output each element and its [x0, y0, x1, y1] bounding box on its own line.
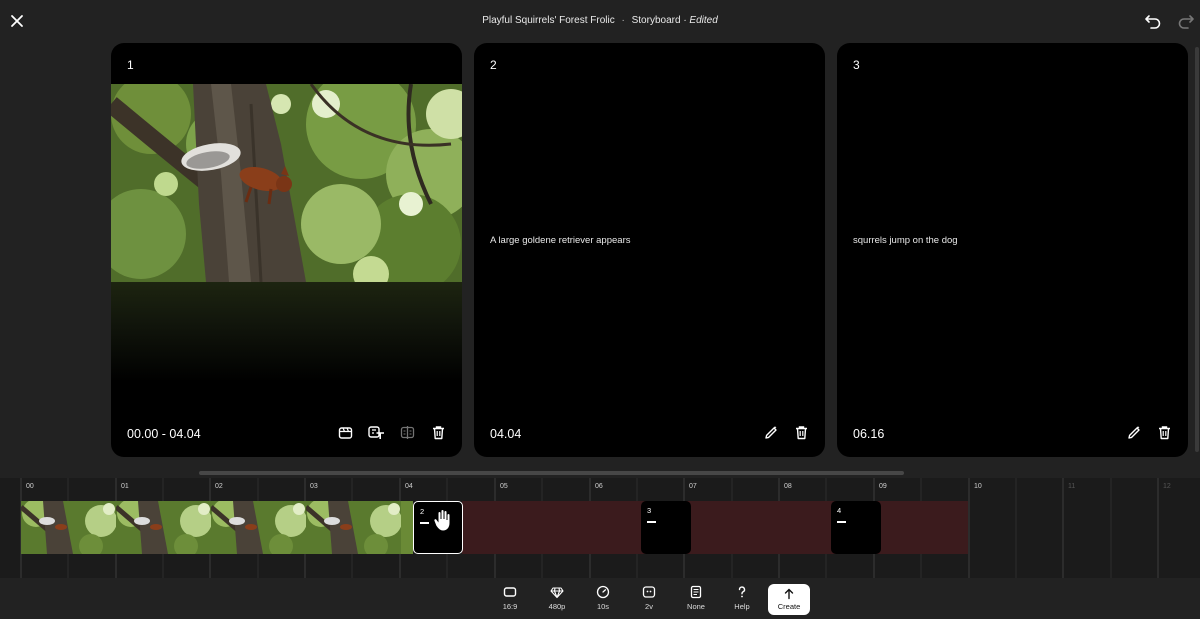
diamond-icon: [550, 587, 564, 599]
timeline-tick: 07: [689, 483, 697, 490]
help-label: Help: [734, 602, 750, 611]
storyboard-card-3[interactable]: 3 squrrels jump on the dog 06.16: [837, 43, 1188, 457]
title-separator: ·: [621, 15, 625, 26]
timeline-tick: 04: [405, 483, 413, 490]
timeline-tick: 06: [595, 483, 603, 490]
clip-thumbnail: [211, 501, 306, 554]
split-view-icon: [400, 426, 415, 439]
trash-icon: [433, 426, 444, 440]
trash-icon: [1159, 426, 1170, 440]
edit-prompt-button[interactable]: [761, 423, 780, 442]
segment-number: 4: [837, 506, 842, 515]
card-actions: [1124, 423, 1174, 442]
card-time: 00.00 - 04.04: [127, 427, 201, 441]
bottom-toolbar: 16:9 480p 10s 2v None Help: [0, 578, 1200, 619]
timeline-tick: 03: [310, 483, 318, 490]
undo-button[interactable]: [1143, 11, 1163, 31]
redo-icon: [1178, 15, 1194, 29]
timeline-tick: 10: [974, 483, 982, 490]
clip-thumbnail: [306, 501, 401, 554]
storyboard-card-1[interactable]: 1 00.00 - 04.04: [111, 43, 462, 457]
timeline-segment-4[interactable]: 4: [831, 501, 881, 554]
clip-thumbnail: [401, 501, 413, 554]
section-name: Storyboard: [631, 15, 681, 26]
trash-icon: [796, 426, 807, 440]
duration-label: 10s: [596, 602, 610, 611]
cards-horizontal-scrollbar[interactable]: [199, 471, 904, 475]
duration-button[interactable]: 10s: [585, 585, 621, 615]
cards-vertical-scrollbar[interactable]: [1195, 47, 1199, 452]
card-time: 06.16: [853, 427, 885, 441]
create-button[interactable]: Create: [768, 584, 810, 615]
arrow-up-icon: [784, 588, 794, 600]
timeline-tick: 01: [121, 483, 129, 490]
delete-card-button[interactable]: [429, 423, 448, 442]
storyboard-card-2[interactable]: 2 A large goldene retriever appears 04.0…: [474, 43, 825, 457]
drag-hand-icon: [433, 509, 451, 532]
segment-marker: [647, 521, 656, 523]
top-bar: Playful Squirrels' Forest Frolic · Story…: [0, 0, 1200, 42]
variations-label: 2v: [645, 602, 653, 611]
create-label: Create: [777, 602, 801, 611]
card-actions: [336, 423, 448, 442]
variations-button[interactable]: 2v: [631, 585, 667, 615]
card-number: 1: [127, 58, 134, 72]
delete-card-button[interactable]: [792, 423, 811, 442]
variations-icon: [642, 586, 656, 598]
undo-icon: [1145, 15, 1161, 29]
card-actions: [761, 423, 811, 442]
magic-pencil-icon: [1127, 425, 1140, 439]
redo-button[interactable]: [1176, 11, 1196, 31]
project-title-bar: Playful Squirrels' Forest Frolic · Story…: [0, 15, 1200, 26]
timeline-tick: 02: [215, 483, 223, 490]
timeline-tick: 11: [1068, 483, 1076, 490]
resolution-label: 480p: [548, 602, 566, 611]
segment-number: 2: [420, 507, 425, 516]
preset-label: None: [687, 602, 705, 611]
question-mark-icon: [738, 586, 746, 598]
edited-status: · Edited: [683, 15, 718, 26]
clip-1-thumbnails[interactable]: [21, 501, 413, 554]
timeline-segment-2[interactable]: 2: [413, 501, 463, 554]
segment-marker: [837, 521, 846, 523]
card-time: 04.04: [490, 427, 522, 441]
card-prompt[interactable]: A large goldene retriever appears: [490, 235, 630, 246]
help-button[interactable]: Help: [724, 585, 760, 615]
clapperboard-icon: [338, 427, 353, 439]
preset-button[interactable]: None: [678, 585, 714, 615]
clip-thumbnail: [21, 501, 116, 554]
timeline-tick: 08: [784, 483, 792, 490]
timeline-empty-track[interactable]: [462, 501, 968, 554]
clock-icon: [596, 585, 610, 599]
timeline-tick: 05: [500, 483, 508, 490]
aspect-ratio-button[interactable]: 16:9: [492, 585, 528, 615]
card-number: 3: [853, 58, 860, 72]
segment-number: 3: [647, 506, 652, 515]
delete-card-button[interactable]: [1155, 423, 1174, 442]
text-caption-icon: [368, 426, 384, 439]
edit-scene-button[interactable]: [336, 423, 355, 442]
timeline-tick: 09: [879, 483, 887, 490]
clip-thumbnail: [116, 501, 211, 554]
scene-image: [111, 84, 462, 282]
edit-prompt-button[interactable]: [1124, 423, 1143, 442]
document-icon: [690, 585, 702, 599]
timeline-segment-3[interactable]: 3: [641, 501, 691, 554]
magic-pencil-icon: [764, 425, 777, 439]
segment-marker: [420, 522, 429, 524]
image-fade: [111, 282, 462, 382]
timeline[interactable]: 00 01 02 03 04 05 06 07 08 09 10 11 12 2…: [0, 478, 1200, 578]
timeline-tick: 00: [26, 483, 34, 490]
card-number: 2: [490, 58, 497, 72]
add-text-button[interactable]: [367, 423, 386, 442]
compare-button[interactable]: [398, 423, 417, 442]
project-title: Playful Squirrels' Forest Frolic: [482, 15, 615, 26]
timeline-tick: 12: [1163, 483, 1171, 490]
card-prompt[interactable]: squrrels jump on the dog: [853, 235, 958, 246]
aspect-ratio-icon: [503, 587, 517, 597]
resolution-button[interactable]: 480p: [539, 585, 575, 615]
aspect-label: 16:9: [502, 602, 518, 611]
